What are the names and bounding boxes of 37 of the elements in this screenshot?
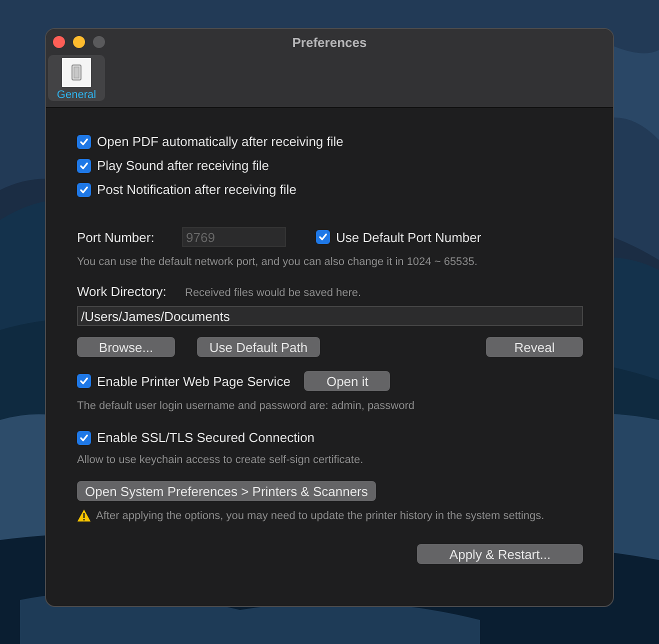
hint-text: You can use the default network port, and you can also change it in 1024 ~ 65535. <box>77 256 478 268</box>
checkbox[interactable] <box>77 158 91 172</box>
hint-text: The default user login username and password are: admin, password <box>77 400 416 412</box>
push-button[interactable]: Browse... <box>77 337 175 357</box>
option-label: Post Notification after receiving file <box>97 182 296 197</box>
checkmark-icon <box>78 432 90 444</box>
checkmark-icon <box>78 375 90 387</box>
toolbar-tab[interactable]: General <box>48 55 105 101</box>
system-preferences-button[interactable]: Open System Preferences > Printers & Scanners <box>77 481 376 501</box>
push-button[interactable]: Reveal <box>486 337 583 357</box>
checkbox[interactable] <box>77 430 91 444</box>
warning-text: After applying the options, you may need to update the printer history in the system settings. <box>96 510 544 522</box>
checkmark-icon <box>317 231 329 243</box>
hint-text: Allow to use keychain access to create self-sign certificate. <box>77 454 364 466</box>
hint-text: Received files would be saved here. <box>185 287 362 299</box>
minimize-button[interactable] <box>73 36 85 48</box>
checkmark-icon <box>78 136 90 148</box>
push-button[interactable]: Use Default Path <box>197 337 320 357</box>
checkbox[interactable] <box>77 374 91 388</box>
window-title: Preferences <box>292 34 367 50</box>
checkmark-icon <box>78 184 90 196</box>
option-label: Play Sound after receiving file <box>97 158 269 173</box>
close-button[interactable] <box>53 36 65 48</box>
switch-icon <box>62 58 91 87</box>
checkmark-icon <box>78 160 90 172</box>
option-label: Use Default Port Number <box>336 230 482 244</box>
directory-label: Work Directory: <box>77 284 168 299</box>
apply-button[interactable]: Apply & Restart... <box>417 544 583 564</box>
option-label: Enable Printer Web Page Service <box>97 374 290 388</box>
open-button[interactable]: Open it <box>304 371 390 391</box>
port-label: Port Number: <box>77 230 156 244</box>
checkbox[interactable] <box>77 182 91 196</box>
option-label: Open PDF automatically after receiving file <box>97 134 344 149</box>
warning-icon <box>77 509 91 522</box>
checkbox[interactable] <box>77 134 91 148</box>
option-label: Enable SSL/TLS Secured Connection <box>97 430 315 445</box>
path-field[interactable]: /Users/James/Documents <box>77 306 583 326</box>
